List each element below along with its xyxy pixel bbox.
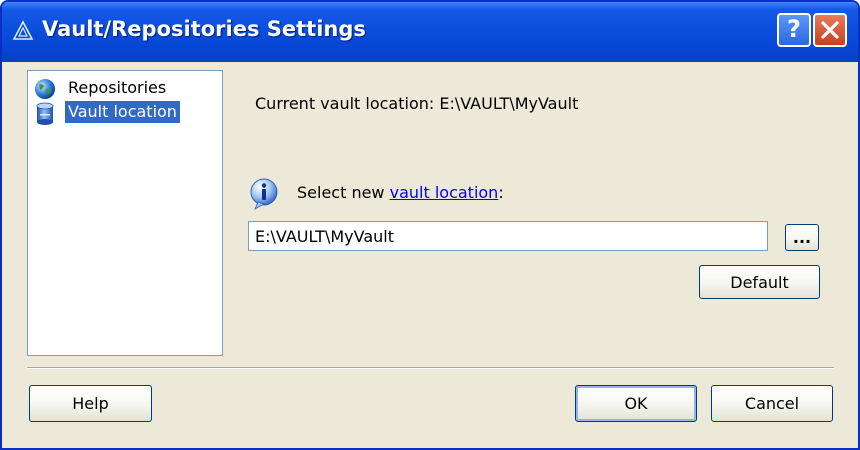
vault-cylinder-icon	[34, 102, 56, 130]
default-button[interactable]: Default	[699, 265, 820, 299]
select-suffix: :	[498, 183, 504, 202]
browse-button[interactable]: ...	[785, 224, 819, 251]
help-button[interactable]: Help	[29, 385, 152, 422]
select-location-label: Select new vault location:	[297, 183, 504, 202]
close-button[interactable]	[813, 13, 847, 47]
app-triangle-icon	[12, 20, 34, 46]
help-title-button[interactable]: ?	[777, 13, 811, 47]
cancel-button[interactable]: Cancel	[711, 385, 833, 422]
ok-button[interactable]: OK	[575, 385, 697, 422]
globe-icon	[34, 78, 56, 104]
close-icon	[821, 21, 839, 39]
settings-dialog: Vault/Repositories Settings ? Repositori…	[0, 0, 860, 450]
title-bar[interactable]: Vault/Repositories Settings ?	[2, 2, 858, 62]
tree-item-label: Vault location	[65, 101, 180, 123]
window-title: Vault/Repositories Settings	[42, 17, 366, 41]
vault-path-input[interactable]	[248, 221, 768, 251]
settings-tree[interactable]: Repositories Vault location	[27, 70, 223, 356]
select-prefix: Select new	[297, 183, 390, 202]
tree-item-label: Repositories	[68, 78, 167, 97]
vault-location-link[interactable]: vault location	[390, 183, 499, 202]
info-icon	[248, 177, 282, 215]
current-location-text: Current vault location: E:\VAULT\MyVault	[255, 94, 579, 113]
footer-divider	[27, 367, 834, 369]
